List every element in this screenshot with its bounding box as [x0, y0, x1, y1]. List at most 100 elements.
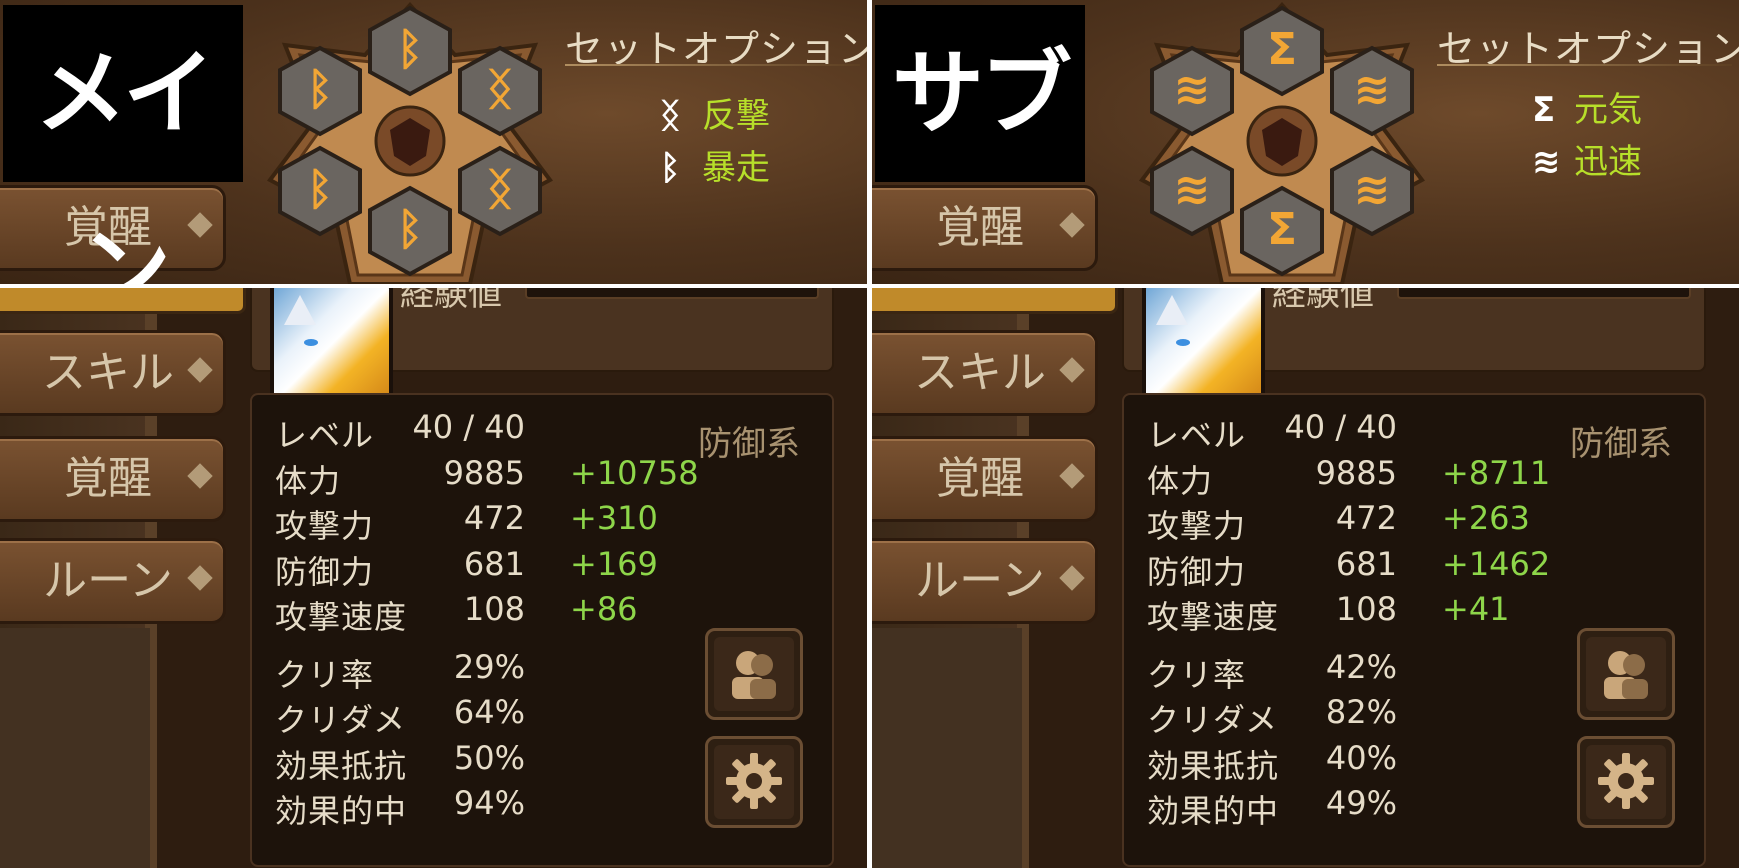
- exp-bar: [1397, 288, 1691, 299]
- energy-rune-icon: Σ: [1532, 90, 1556, 130]
- tab-rune[interactable]: ルーン: [0, 538, 226, 624]
- rune-glyph: ≋: [1354, 164, 1391, 215]
- rune-glyph: Σ: [1267, 24, 1297, 75]
- gear-icon: [726, 753, 782, 809]
- panel-sub: 覚醒 Σ ≋ ≋ Σ ≋ ≋ セットオプション Σ 元気 ≋ 迅速 サブ スキル…: [872, 0, 1739, 868]
- tab-arrow-icon: [1059, 463, 1085, 489]
- tab-awaken[interactable]: 覚醒: [0, 436, 226, 522]
- rune-glyph: ᛒ: [307, 164, 333, 215]
- tab-info[interactable]: [872, 288, 1118, 314]
- portrait-eye: [1176, 339, 1190, 346]
- stat-label: クリ率: [1147, 655, 1247, 694]
- status-view: スキル 覚醒 ルーン 経験値 防御系 レベル 40 / 40 体力 9885 +107…: [0, 288, 867, 868]
- set-option-label: 元気: [1574, 90, 1642, 130]
- tab-rune[interactable]: ルーン: [872, 538, 1098, 624]
- exp-label: 経験値: [400, 288, 502, 314]
- stat-label: クリダメ: [275, 701, 407, 739]
- panel-main: 覚醒 ᛒ ᛝ ᛝ ᛒ ᛒ ᛒ セットオプション ᛝ反撃 ᛒ暴走 メイン: [0, 0, 867, 868]
- stat-bonus: +86: [570, 590, 638, 628]
- stat-row-hp: 体力 9885 +10758: [275, 454, 835, 500]
- stat-row-level: レベル 40 / 40: [1147, 408, 1707, 454]
- stat-bonus: +41: [1442, 590, 1510, 628]
- profile-icon: [732, 651, 776, 699]
- stat-value: 82%: [1325, 693, 1397, 731]
- exp-label: 経験値: [1272, 288, 1374, 314]
- monster-portrait[interactable]: [270, 288, 393, 406]
- set-option-2: ≋ 迅速: [1532, 134, 1642, 183]
- stat-label: 攻撃力: [1147, 507, 1247, 545]
- stat-row-atk: 攻撃力 472 +310: [275, 499, 835, 545]
- rail-lower: [872, 628, 1022, 868]
- tab-arrow-icon: [187, 212, 213, 238]
- stat-label: 攻撃速度: [275, 598, 408, 636]
- stat-value: 108: [1335, 590, 1397, 628]
- stat-value: 94%: [453, 784, 525, 822]
- stat-label: 攻撃速度: [1147, 598, 1280, 636]
- portrait-eye: [304, 339, 318, 346]
- stat-label: 攻撃力: [275, 507, 375, 545]
- tab-awaken[interactable]: 覚醒: [872, 436, 1098, 522]
- tab-skill[interactable]: スキル: [872, 330, 1098, 416]
- tab-skill[interactable]: スキル: [0, 330, 226, 416]
- tab-awaken-top[interactable]: 覚醒: [872, 185, 1098, 271]
- monster-portrait[interactable]: [1142, 288, 1265, 406]
- stat-bonus: +10758: [570, 453, 699, 492]
- stat-value: 472: [1335, 499, 1397, 537]
- set-option-2: ᛒ 暴走: [660, 140, 770, 189]
- rune-glyph: ᛝ: [487, 64, 513, 115]
- build-tag: サブ: [875, 5, 1085, 182]
- stat-value: 40%: [1325, 738, 1397, 777]
- tab-arrow-icon: [1059, 357, 1085, 383]
- collection-button[interactable]: [705, 628, 803, 720]
- stat-value: 42%: [1325, 647, 1397, 686]
- exp-bar: [525, 288, 819, 299]
- settings-button[interactable]: [705, 736, 803, 828]
- stat-value: 9885: [1315, 453, 1397, 492]
- set-option-1: ᛝ 反撃: [660, 88, 770, 137]
- portrait-ear: [284, 295, 316, 325]
- stat-value: 50%: [453, 738, 525, 777]
- set-option-label: 暴走: [702, 148, 770, 188]
- rune-glyph: ≋: [1174, 164, 1211, 215]
- stat-label: レベル: [275, 416, 375, 454]
- stat-label: クリダメ: [1147, 701, 1279, 739]
- title-underline: [565, 64, 860, 66]
- stat-row-def: 防御力 681 +1462: [1147, 545, 1707, 591]
- stat-label: 体力: [1147, 461, 1214, 500]
- violent-rune-icon: ᛒ: [660, 148, 681, 188]
- gear-icon: [1598, 753, 1654, 809]
- stat-label: 効果抵抗: [1147, 746, 1280, 785]
- rune-slots-star: Σ ≋ ≋ Σ ≋ ≋: [1139, 2, 1425, 284]
- rune-glyph: Σ: [1267, 204, 1297, 255]
- rune-glyph: ᛒ: [397, 24, 423, 75]
- stat-label: レベル: [1147, 416, 1247, 454]
- rune-set-view: 覚醒 ᛒ ᛝ ᛝ ᛒ ᛒ ᛒ セットオプション ᛝ反撃 ᛒ暴走 メイン: [0, 0, 867, 284]
- stat-label: 防御力: [275, 552, 375, 591]
- tab-label: スキル: [42, 347, 174, 398]
- tab-info[interactable]: [0, 288, 246, 314]
- stat-bonus: +263: [1442, 499, 1530, 537]
- collection-button[interactable]: [1577, 628, 1675, 720]
- stat-value: 49%: [1325, 784, 1397, 822]
- tab-label: ルーン: [43, 555, 173, 606]
- tab-label: ルーン: [915, 555, 1045, 606]
- tab-label: スキル: [914, 347, 1046, 398]
- stat-row-def: 防御力 681 +169: [275, 545, 835, 591]
- title-underline: [1437, 64, 1732, 66]
- rune-slots-star: ᛒ ᛝ ᛝ ᛒ ᛒ ᛒ: [267, 2, 553, 284]
- stat-value: 29%: [453, 647, 525, 686]
- tab-arrow-icon: [187, 463, 213, 489]
- stat-bonus: +8711: [1442, 453, 1551, 492]
- swift-rune-icon: ≋: [1532, 142, 1561, 182]
- stat-value: 40 / 40: [412, 408, 525, 446]
- tab-arrow-icon: [1059, 565, 1085, 591]
- rune-glyph: ᛒ: [307, 64, 333, 115]
- portrait-ear: [1156, 295, 1188, 325]
- profile-icon: [1604, 651, 1648, 699]
- tab-arrow-icon: [1059, 212, 1085, 238]
- stat-value: 64%: [453, 693, 525, 731]
- settings-button[interactable]: [1577, 736, 1675, 828]
- stat-row-hp: 体力 9885 +8711: [1147, 454, 1707, 500]
- rail-lower: [0, 628, 150, 868]
- stat-bonus: +169: [570, 544, 658, 583]
